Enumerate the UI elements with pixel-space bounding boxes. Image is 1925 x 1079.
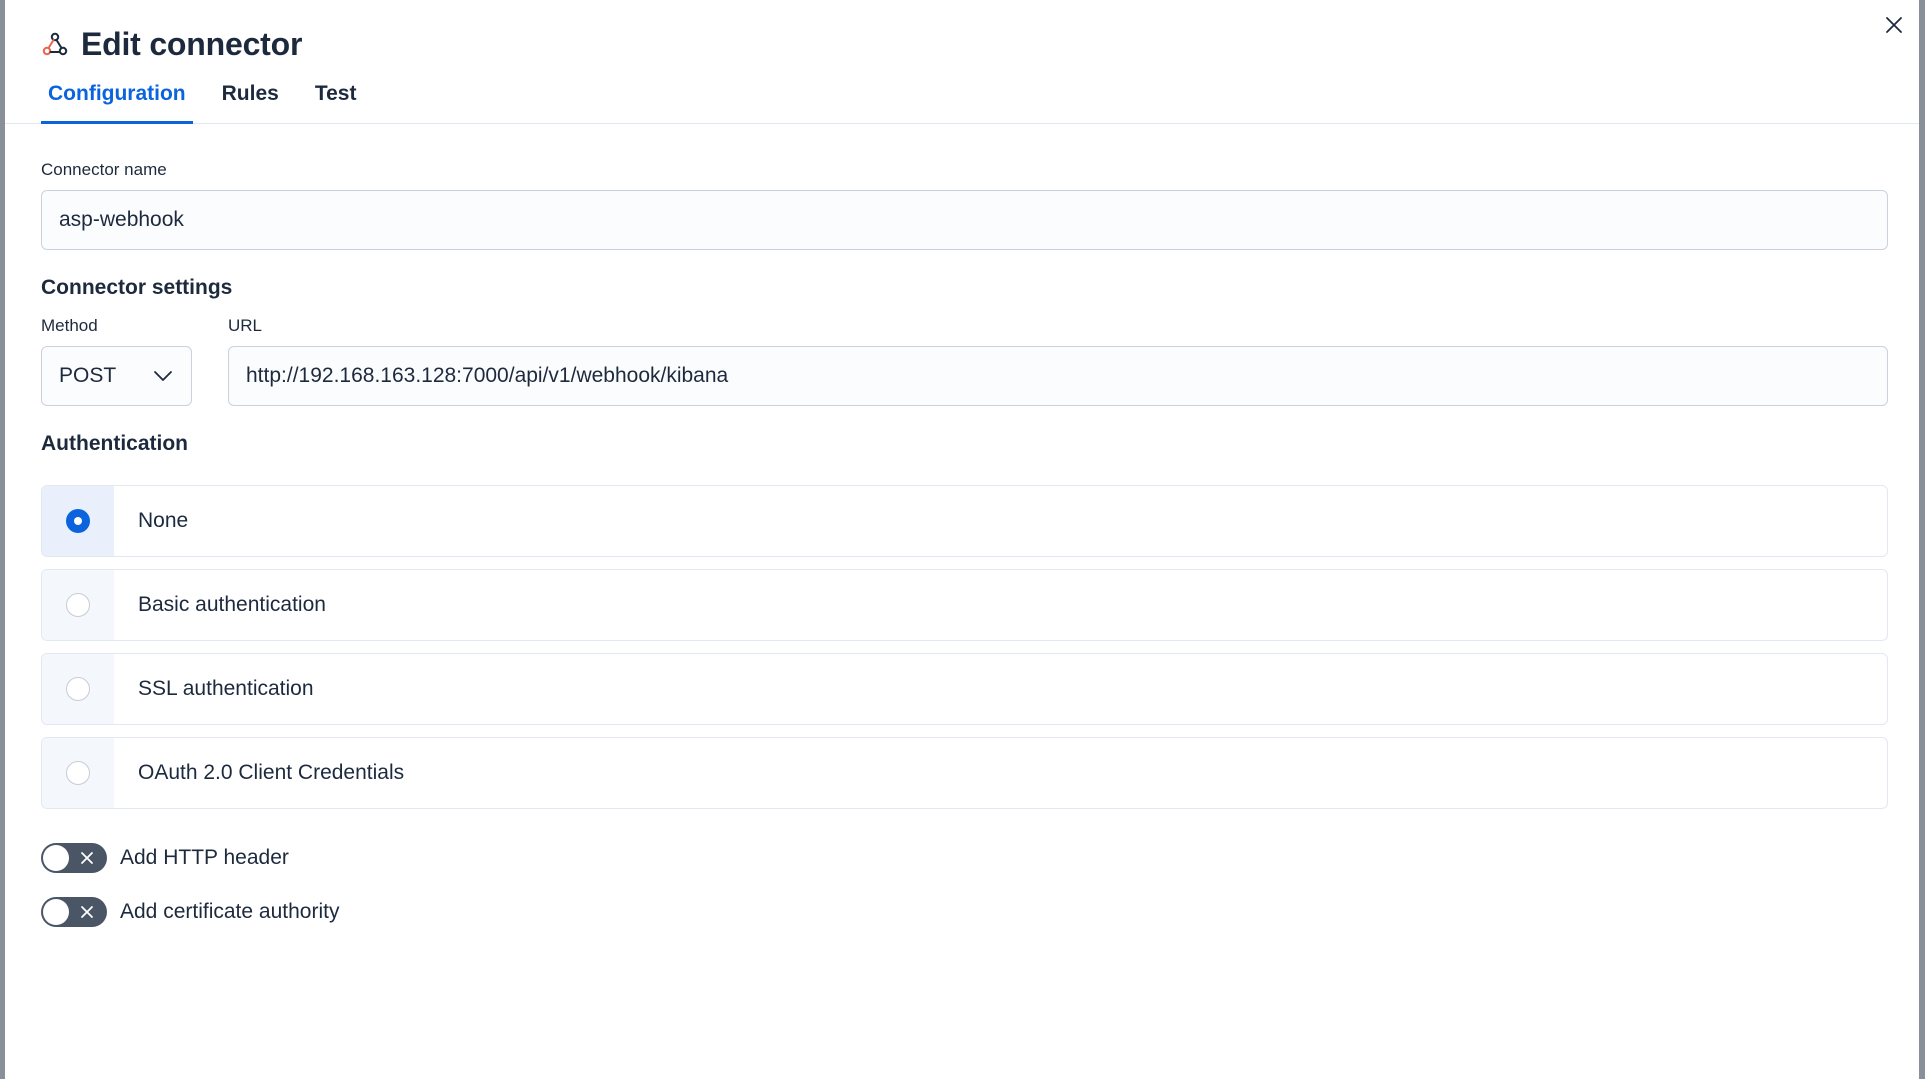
radio-cell — [42, 486, 114, 556]
auth-option-oauth[interactable]: OAuth 2.0 Client Credentials — [41, 737, 1888, 809]
connector-name-input[interactable]: asp-webhook — [41, 190, 1888, 250]
method-select[interactable]: POST — [41, 346, 192, 406]
auth-option-label: SSL authentication — [138, 677, 314, 700]
page-overlay-right — [1919, 0, 1925, 1079]
radio-cell — [42, 738, 114, 808]
auth-option-none[interactable]: None — [41, 485, 1888, 557]
http-header-label: Add HTTP header — [120, 846, 289, 869]
radio-cell — [42, 654, 114, 724]
url-label: URL — [228, 316, 263, 335]
webhook-icon — [41, 30, 69, 58]
certificate-authority-label: Add certificate authority — [120, 900, 340, 923]
radio-cell — [42, 570, 114, 640]
title-row: Edit connector — [41, 24, 302, 64]
certificate-authority-switch[interactable] — [41, 897, 107, 927]
tab-bar: Configuration Rules Test — [41, 76, 385, 124]
http-header-toggle-row: Add HTTP header — [41, 843, 289, 873]
cross-icon — [81, 906, 93, 918]
chevron-down-icon — [154, 371, 172, 381]
http-header-switch[interactable] — [41, 843, 107, 873]
method-value: POST — [59, 364, 117, 387]
tab-configuration[interactable]: Configuration — [41, 76, 193, 124]
radio-button[interactable] — [66, 761, 90, 785]
auth-option-label: Basic authentication — [138, 593, 326, 616]
switch-knob — [43, 845, 69, 871]
auth-option-label: None — [138, 509, 189, 532]
connector-settings-title: Connector settings — [41, 276, 233, 299]
auth-option-ssl[interactable]: SSL authentication — [41, 653, 1888, 725]
radio-button[interactable] — [66, 677, 90, 701]
tab-test[interactable]: Test — [308, 76, 364, 124]
flyout-title: Edit connector — [81, 25, 303, 62]
auth-option-basic[interactable]: Basic authentication — [41, 569, 1888, 641]
certificate-authority-toggle-row: Add certificate authority — [41, 897, 339, 927]
radio-button[interactable] — [66, 593, 90, 617]
authentication-title: Authentication — [41, 432, 188, 455]
cross-icon — [81, 852, 93, 864]
radio-button-checked[interactable] — [66, 509, 90, 533]
auth-option-label: OAuth 2.0 Client Credentials — [138, 761, 405, 784]
switch-knob — [43, 899, 69, 925]
tab-rules[interactable]: Rules — [215, 76, 286, 124]
connector-name-label: Connector name — [41, 160, 167, 179]
method-label: Method — [41, 316, 98, 335]
edit-connector-flyout: Edit connector Configuration Rules Test … — [5, 0, 1919, 1079]
url-input[interactable]: http://192.168.163.128:7000/api/v1/webho… — [228, 346, 1888, 406]
flyout-header: Edit connector Configuration Rules Test — [5, 0, 1919, 124]
